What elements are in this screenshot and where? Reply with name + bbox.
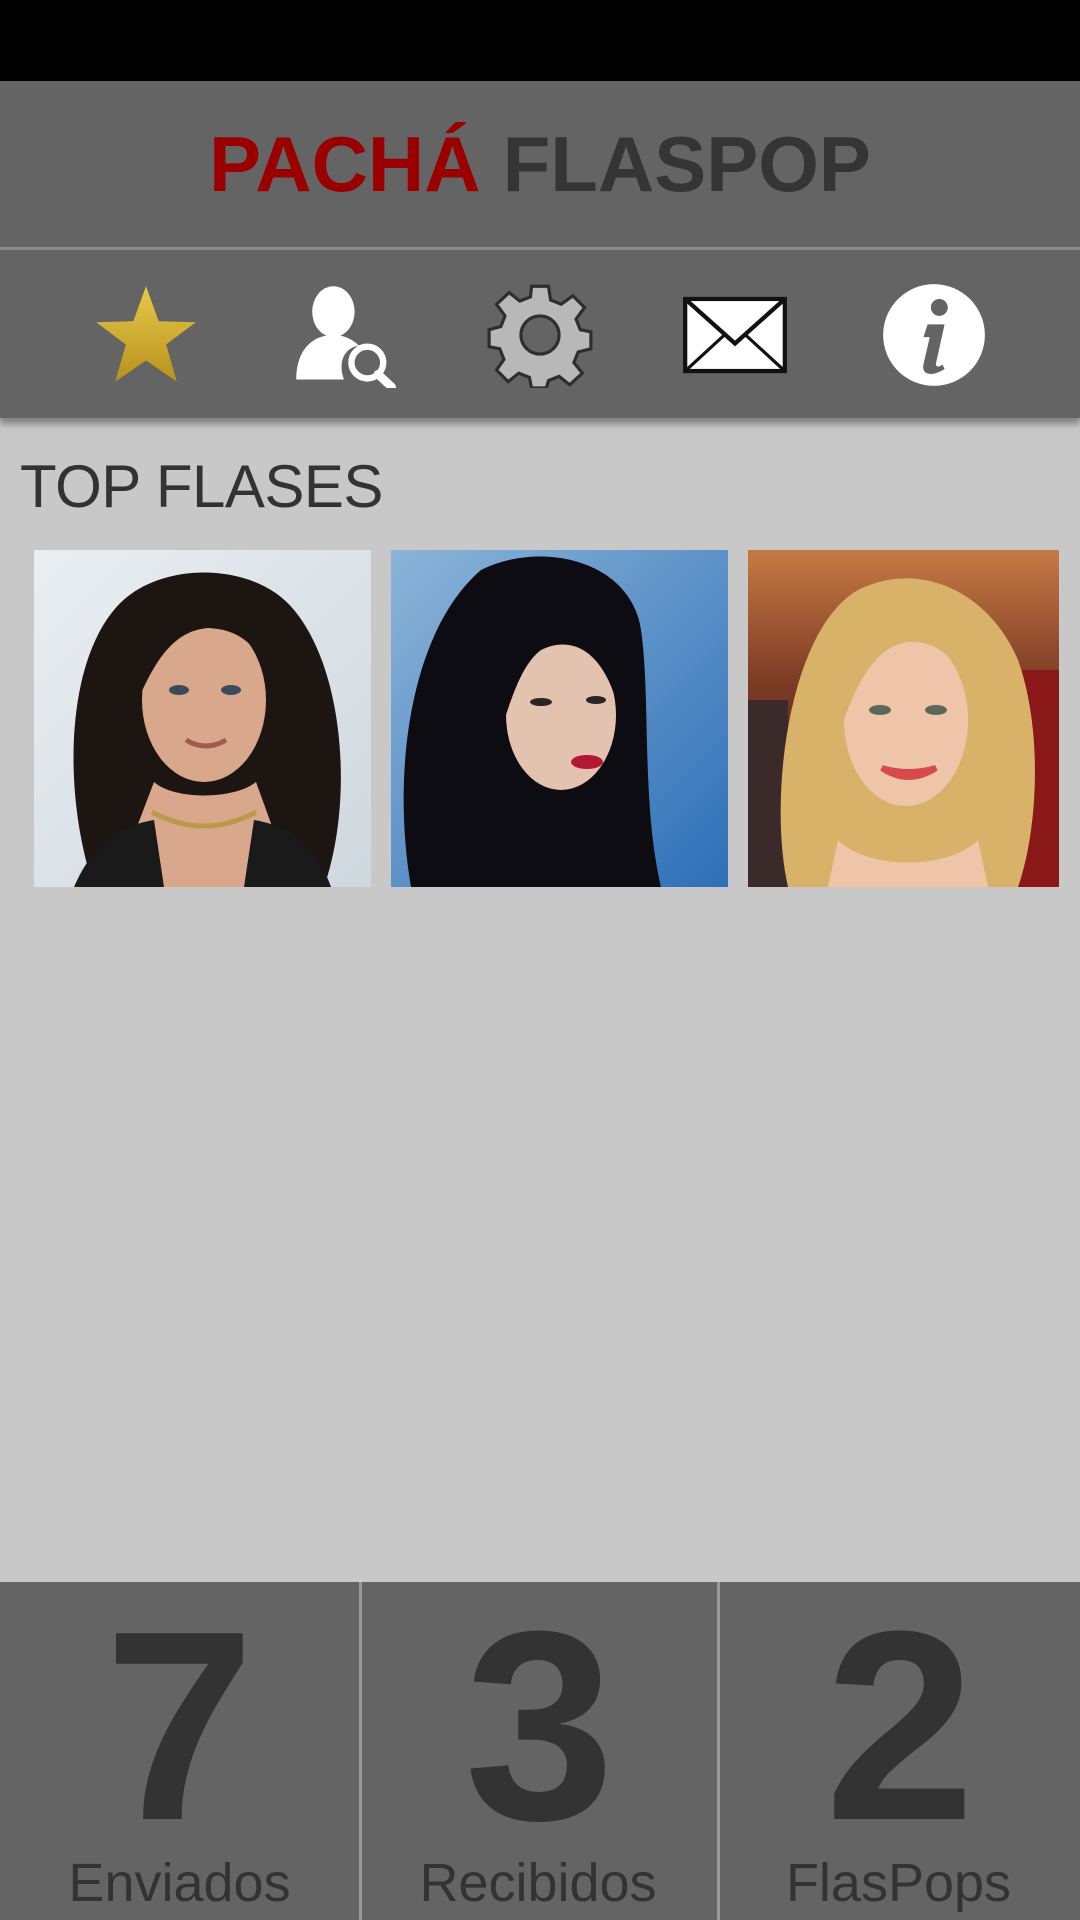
search-user-button[interactable] xyxy=(291,282,397,388)
photo-2[interactable] xyxy=(391,550,728,887)
portrait-image-2 xyxy=(391,550,728,887)
favorites-button[interactable] xyxy=(93,282,199,388)
star-icon xyxy=(96,286,196,382)
photo-1[interactable] xyxy=(34,550,371,887)
stat-sent-value: 7 xyxy=(104,1576,255,1877)
toolbar xyxy=(0,250,1080,418)
portrait-image-3 xyxy=(748,550,1059,887)
stat-sent-label: Enviados xyxy=(68,1853,291,1913)
gear-icon xyxy=(487,284,593,388)
app-title-name: FLASPOP xyxy=(502,119,871,208)
info-button[interactable] xyxy=(881,282,987,388)
stat-received-label: Recibidos xyxy=(419,1853,657,1913)
mail-icon xyxy=(683,296,787,374)
user-search-icon xyxy=(296,286,396,388)
status-bar xyxy=(0,0,1080,81)
stat-flaspops-value: 2 xyxy=(824,1576,976,1877)
section-title: TOP FLASES xyxy=(20,453,383,520)
info-icon xyxy=(883,284,985,386)
photo-3[interactable] xyxy=(748,550,1059,887)
stat-flaspops-label: FlasPops xyxy=(785,1853,1012,1913)
stat-received-value: 3 xyxy=(464,1576,615,1877)
app-title-bar: PACHÁ FLASPOP xyxy=(0,81,1080,247)
portrait-image-1 xyxy=(34,550,371,887)
messages-button[interactable] xyxy=(682,282,788,388)
settings-button[interactable] xyxy=(487,282,593,388)
app-title-brand: PACHÁ xyxy=(209,119,481,208)
